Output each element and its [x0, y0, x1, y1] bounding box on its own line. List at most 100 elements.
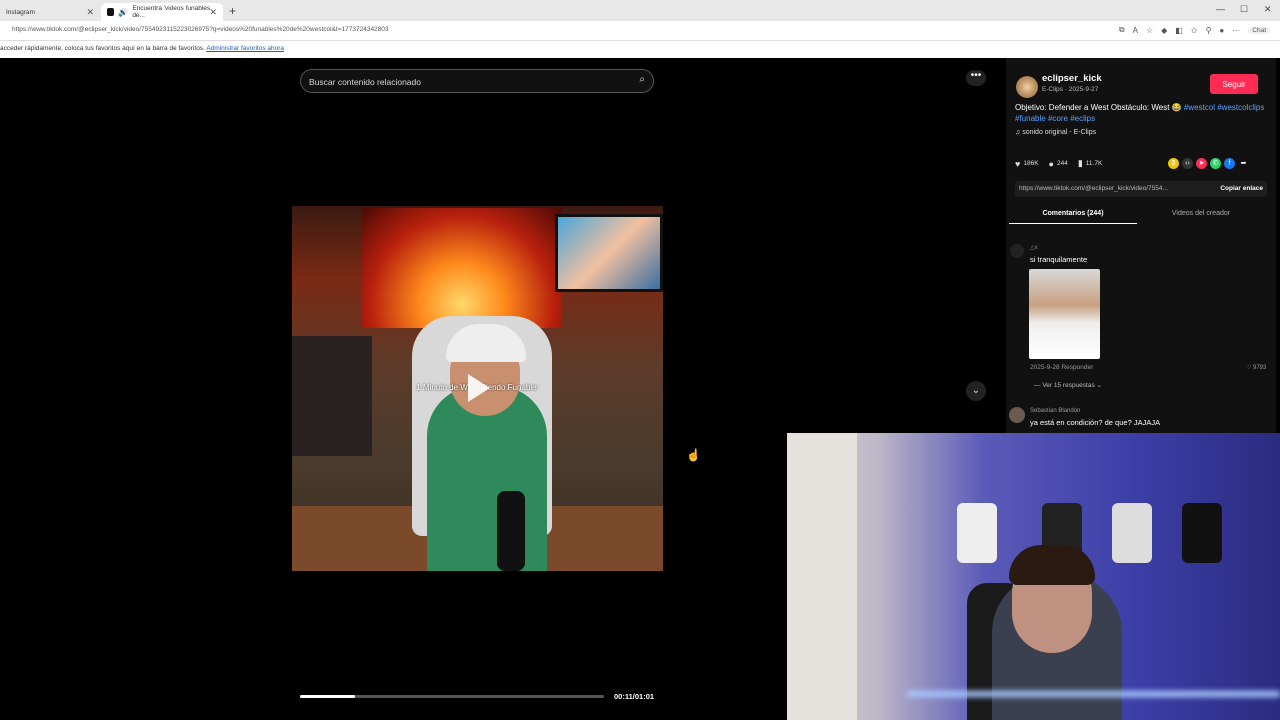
webcam-overlay — [787, 433, 1280, 720]
progress-bar[interactable] — [300, 695, 604, 698]
new-tab-icon[interactable]: + — [229, 4, 236, 18]
comment-image[interactable] — [1029, 269, 1100, 359]
bookmark-icon: ▮ — [1077, 158, 1083, 168]
coin-icon[interactable]: $ — [1168, 158, 1179, 169]
music-note-icon: ♫ — [1015, 129, 1021, 136]
split-screen-icon[interactable]: ◧ — [1175, 26, 1183, 35]
heart-icon: ♡ — [1246, 365, 1254, 371]
url-field[interactable]: https://www.tiktok.com/@eclipser_kick/vi… — [12, 26, 389, 33]
comment-meta[interactable]: 2025-9-28 Responder — [1030, 364, 1093, 371]
search-icon[interactable]: ⌕ — [639, 74, 645, 85]
embed-icon[interactable]: ‹› — [1182, 158, 1193, 169]
share-icons: $ ‹› ➤ ✆ f ➦ — [1168, 158, 1249, 169]
replies-label: Ver 15 respuestas — [1042, 382, 1095, 389]
jersey-image — [1182, 503, 1222, 563]
more-icon[interactable]: ··· — [1232, 26, 1240, 35]
hashtag-link[interactable]: #funable — [1015, 114, 1046, 123]
comment-like-count: 9793 — [1253, 365, 1267, 371]
tab-tiktok[interactable]: 🔊 Encuentra 'videos funables de... ✕ — [101, 3, 223, 21]
hashtag-link[interactable]: #westcol — [1184, 103, 1215, 112]
view-replies-button[interactable]: — Ver 15 respuestas ⌄ — [1034, 381, 1102, 389]
shelf-image — [292, 336, 372, 456]
next-video-button[interactable]: ⌄ — [966, 381, 986, 401]
author-name[interactable]: eclipser_kick — [1042, 73, 1102, 84]
share-link-row: https://www.tiktok.com/@eclipser_kick/vi… — [1015, 181, 1267, 197]
address-bar: https://www.tiktok.com/@eclipser_kick/vi… — [0, 21, 1280, 41]
maximize-icon[interactable]: ☐ — [1240, 4, 1248, 15]
favorites-bar-text: acceder rápidamente, coloca tus favorito… — [0, 45, 205, 52]
collections-icon[interactable]: ⚲ — [1206, 26, 1212, 35]
playback-time: 00:11/01:01 — [614, 692, 655, 701]
comment-like-button[interactable]: ♡ 9793 — [1246, 364, 1266, 371]
heart-icon: ♥ — [1015, 158, 1021, 169]
share-arrow-icon[interactable]: ➦ — [1238, 158, 1249, 169]
more-options-button[interactable]: ••• — [966, 70, 986, 86]
fireplace-image — [362, 208, 562, 328]
speaker-icon[interactable]: 🔊 — [118, 8, 128, 17]
progress-fill — [300, 695, 355, 698]
tiktok-icon — [107, 8, 115, 16]
search-input[interactable] — [309, 74, 619, 90]
save-button[interactable]: ▮ 11.7K — [1078, 158, 1102, 169]
read-aloud-icon[interactable]: A — [1133, 26, 1138, 35]
save-count: 11.7K — [1085, 160, 1103, 167]
tab-label: Instagram — [6, 8, 35, 16]
video-description: Objetivo: Defender a West Obstáculo: Wes… — [1015, 102, 1265, 124]
comment-username[interactable]: △x — [1030, 244, 1038, 251]
jersey-image — [957, 503, 997, 563]
extension-icon[interactable]: ◆ — [1161, 26, 1167, 35]
open-app-icon[interactable]: ⧉ — [1119, 25, 1125, 35]
play-icon[interactable] — [468, 374, 490, 402]
comment-button[interactable]: ● 244 — [1049, 159, 1068, 169]
hashtag-link[interactable]: #core — [1048, 114, 1068, 123]
comment-username[interactable]: Sebastian Blandon — [1030, 408, 1080, 414]
copilot-chat-button[interactable]: Chat — [1248, 26, 1270, 34]
copy-link-button[interactable]: Copiar enlace — [1220, 185, 1263, 192]
search-box[interactable]: ⌕ — [300, 69, 654, 93]
streamer-hair-image — [1009, 545, 1095, 585]
video-player[interactable]: 1 Minuto de West Siendo Funable: — [292, 206, 663, 571]
manage-favorites-link[interactable]: Administrar favoritos ahora — [206, 45, 284, 52]
jersey-image — [1112, 503, 1152, 563]
like-button[interactable]: ♥ 186K — [1015, 159, 1039, 169]
hashtag-link[interactable]: #westcolclips — [1217, 103, 1264, 112]
mouse-cursor-icon: ☝ — [686, 448, 701, 462]
door-image — [787, 433, 857, 720]
comment-text: ya está en condición? de que? JAJAJA — [1030, 418, 1161, 427]
avatar[interactable] — [1009, 407, 1025, 423]
description-text: Objetivo: Defender a West Obstáculo: Wes… — [1015, 103, 1182, 112]
microphone-image — [497, 491, 525, 571]
close-window-icon[interactable]: ✕ — [1264, 4, 1272, 15]
engagement-stats: ♥ 186K ● 244 ▮ 11.7K — [1015, 158, 1102, 169]
comment-text: si tranquilamente — [1030, 255, 1088, 264]
avatar[interactable] — [1010, 244, 1024, 258]
comment-icon: ● — [1048, 158, 1054, 169]
author-avatar[interactable] — [1016, 76, 1038, 98]
close-icon[interactable]: ✕ — [209, 7, 217, 18]
tab-instagram[interactable]: Instagram ✕ — [0, 3, 100, 21]
chevron-down-icon: ⌄ — [1096, 382, 1102, 389]
tab-creator-videos[interactable]: Videos del creador — [1137, 208, 1265, 224]
browser-tab-bar: Instagram ✕ 🔊 Encuentra 'videos funables… — [0, 0, 1280, 21]
favorites-icon[interactable]: ✩ — [1191, 26, 1198, 35]
comment-count: 244 — [1056, 160, 1068, 167]
facebook-icon[interactable]: f — [1224, 158, 1235, 169]
favorites-bar: acceder rápidamente, coloca tus favorito… — [0, 41, 1280, 58]
hashtag-link[interactable]: #eclips — [1070, 114, 1095, 123]
minimize-icon[interactable]: — — [1216, 4, 1225, 14]
favorite-star-icon[interactable]: ☆ — [1146, 26, 1153, 35]
music-link[interactable]: ♫ sonido original - E-Clips — [1015, 129, 1096, 136]
tab-label: Encuentra 'videos funables de... — [132, 5, 211, 19]
follow-button[interactable]: Seguir — [1210, 74, 1258, 94]
tab-comments[interactable]: Comentarios (244) — [1009, 208, 1137, 224]
share-link[interactable]: https://www.tiktok.com/@eclipser_kick/vi… — [1019, 185, 1201, 192]
close-icon[interactable]: ✕ — [86, 7, 94, 18]
tv-image — [555, 214, 663, 292]
send-icon[interactable]: ➤ — [1196, 158, 1207, 169]
like-count: 186K — [1023, 160, 1039, 167]
author-subtitle: E-Clips · 2025-9-27 — [1042, 86, 1099, 93]
address-bar-icons: ⧉ A ☆ ◆ ◧ ✩ ⚲ ● ··· Chat — [1119, 25, 1270, 35]
whatsapp-icon[interactable]: ✆ — [1210, 158, 1221, 169]
panel-tabs: Comentarios (244) Videos del creador — [1009, 208, 1261, 226]
profile-icon[interactable]: ● — [1219, 26, 1224, 35]
